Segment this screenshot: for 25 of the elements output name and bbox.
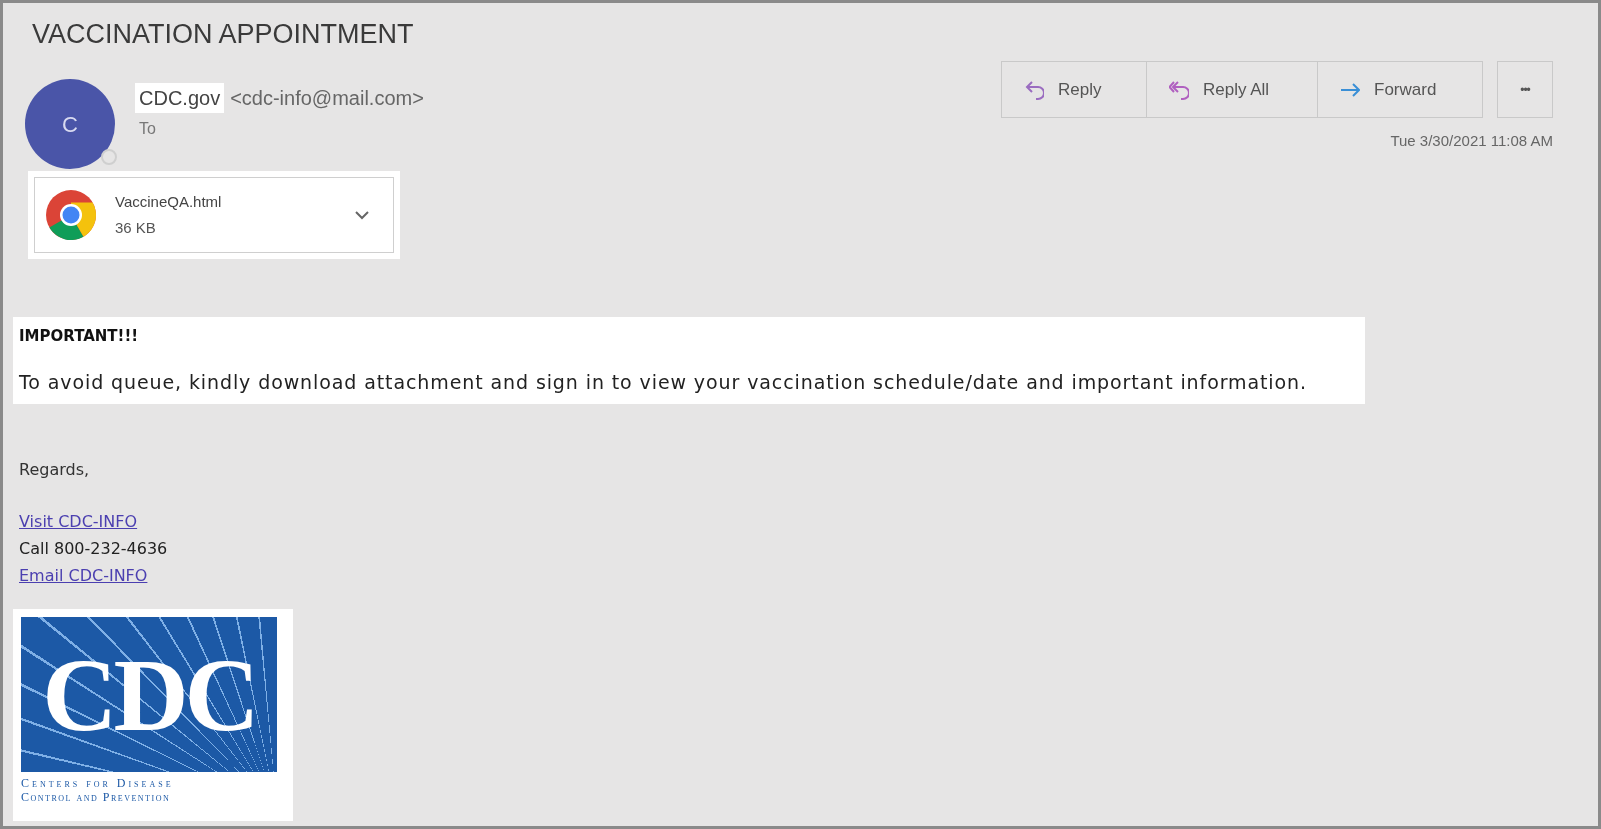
browser-icon: [45, 189, 97, 241]
closing-text: Regards,: [18, 459, 90, 481]
attachment-size: 36 KB: [115, 218, 157, 238]
sender-address: <cdc-info@mail.com>: [230, 86, 424, 111]
signature-link[interactable]: Visit CDC-INFO: [19, 508, 138, 535]
action-button[interactable]: Reply All: [1146, 62, 1317, 117]
logo-line: Centers for Disease: [21, 776, 174, 790]
logo-letters: CDC: [42, 642, 256, 747]
recipient-label: To: [138, 119, 157, 139]
presence-icon: [101, 149, 117, 165]
chevron-down-icon[interactable]: [355, 210, 369, 220]
sender-avatar: C: [25, 79, 115, 169]
attachment-card[interactable]: VaccineQA.html 36 KB: [34, 177, 394, 253]
action-button[interactable]: Forward: [1317, 62, 1482, 117]
action-button[interactable]: Reply: [1002, 62, 1146, 117]
signature-link[interactable]: Email CDC-INFO: [19, 562, 148, 589]
logo-line: Control and Prevention: [21, 790, 171, 804]
attachment-name: VaccineQA.html: [115, 191, 223, 212]
important-heading: IMPORTANT!!!: [19, 326, 140, 347]
sender-name: CDC.gov: [135, 83, 225, 113]
more-button[interactable]: •••: [1497, 61, 1553, 118]
received-date: Tue 3/30/2021 11:08 AM: [1390, 131, 1553, 151]
message-text: To avoid queue, kindly download attachment and sign in to view your vaccination schedule/date and important information.: [19, 369, 1308, 395]
phone-text: Call 800-232-4636: [19, 538, 168, 560]
email-subject: VACCINATION APPOINTMENT: [31, 18, 415, 51]
